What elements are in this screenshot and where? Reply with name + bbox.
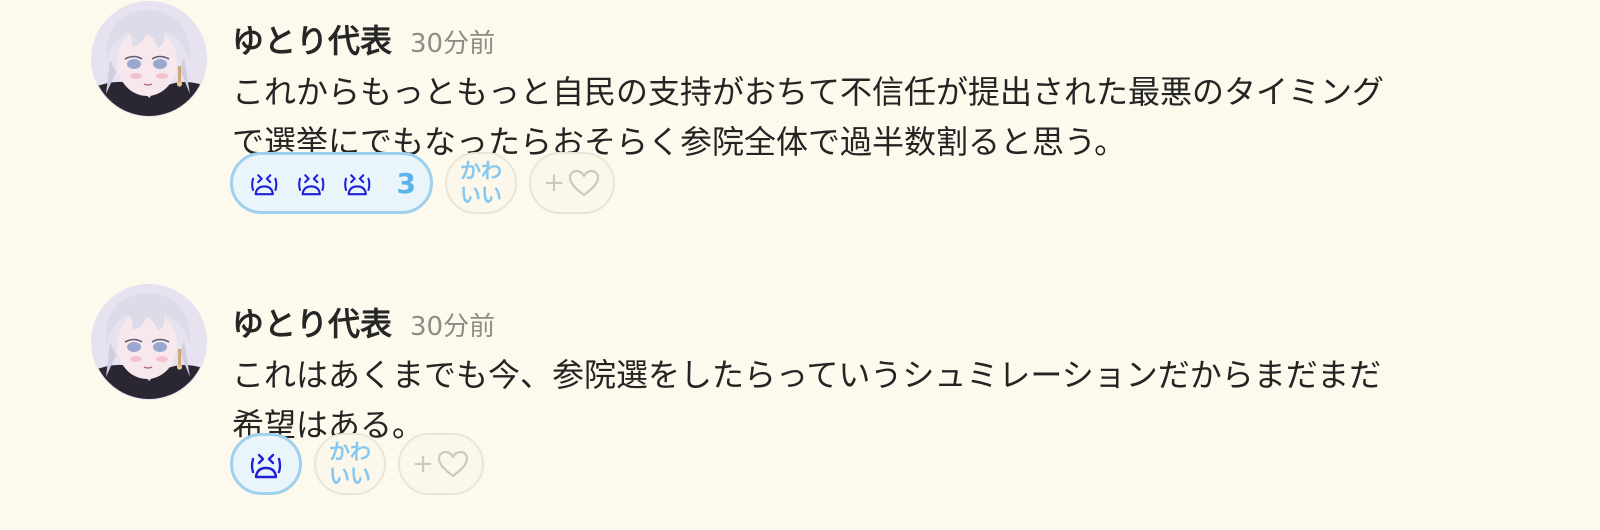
crying-face-icon: [340, 163, 375, 203]
crying-reaction-button[interactable]: [230, 433, 302, 495]
comment-text-line: これからもっともっと自民の支持がおちて不信任が提出された最悪のタイミング: [232, 73, 1385, 111]
reaction-bar: かわ いい +: [230, 433, 484, 495]
plus-icon: +: [543, 168, 565, 198]
add-reaction-button[interactable]: +: [398, 433, 484, 495]
crying-reaction-button[interactable]: 3: [230, 152, 433, 214]
username[interactable]: ゆとり代表: [232, 299, 392, 345]
kawaii-label: かわ: [329, 440, 371, 464]
timestamp: 30分前: [410, 29, 496, 59]
crying-face-icon: [294, 163, 329, 203]
kawaii-reaction-button[interactable]: かわ いい: [445, 152, 517, 214]
kawaii-reaction-button[interactable]: かわ いい: [314, 433, 386, 495]
username[interactable]: ゆとり代表: [232, 16, 392, 62]
reaction-count: 3: [396, 166, 416, 200]
comment-header: ゆとり代表 30分前: [232, 16, 495, 60]
kawaii-label: かわ: [460, 159, 502, 183]
avatar[interactable]: [92, 2, 206, 116]
comment-header: ゆとり代表 30分前: [232, 299, 495, 343]
add-reaction-button[interactable]: +: [529, 152, 615, 214]
crying-face-icon: [246, 444, 286, 484]
crying-face-icon: [247, 163, 282, 203]
comment-text-line: これはあくまでも今、参院選をしたらっていうシュミレーションだからまだまだ: [232, 356, 1382, 394]
plus-icon: +: [412, 449, 434, 479]
kawaii-label: いい: [329, 464, 371, 488]
timestamp: 30分前: [410, 312, 496, 342]
kawaii-label: いい: [460, 183, 502, 207]
heart-outline-icon: [567, 168, 601, 198]
heart-outline-icon: [436, 449, 470, 479]
avatar[interactable]: [92, 285, 206, 399]
reaction-bar: 3 かわ いい +: [230, 152, 615, 214]
